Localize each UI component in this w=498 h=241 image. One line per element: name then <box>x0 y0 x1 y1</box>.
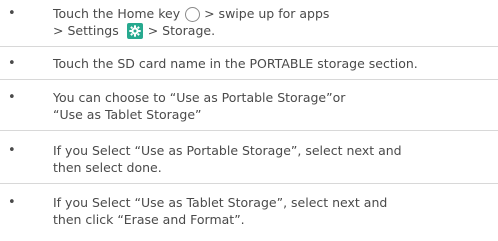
step-text: > Storage. <box>147 23 216 38</box>
step-text: then click “Erase and Format”. <box>53 212 245 227</box>
bullet: • <box>8 56 16 71</box>
step-text: then select done. <box>53 160 162 175</box>
bullet: • <box>8 6 16 21</box>
step-text: Touch the SD card name in the PORTABLE s… <box>53 56 418 71</box>
bullet: • <box>8 143 16 158</box>
step-text: > Settings <box>53 23 119 38</box>
divider <box>0 130 498 131</box>
home-key-icon <box>185 7 201 22</box>
bullet: • <box>8 90 16 105</box>
step-text: “Use as Tablet Storage” <box>53 107 202 122</box>
bullet: • <box>8 195 16 210</box>
step-text: If you Select “Use as Tablet Storage”, s… <box>53 195 388 210</box>
step-text: Touch the Home key <box>53 6 181 21</box>
divider <box>0 183 498 184</box>
step-text: You can choose to “Use as Portable Stora… <box>53 90 346 105</box>
divider <box>0 79 498 80</box>
divider <box>0 46 498 47</box>
step-text: If you Select “Use as Portable Storage”,… <box>53 143 402 158</box>
settings-gear-icon <box>126 23 143 39</box>
step-text: > swipe up for apps <box>204 6 330 21</box>
